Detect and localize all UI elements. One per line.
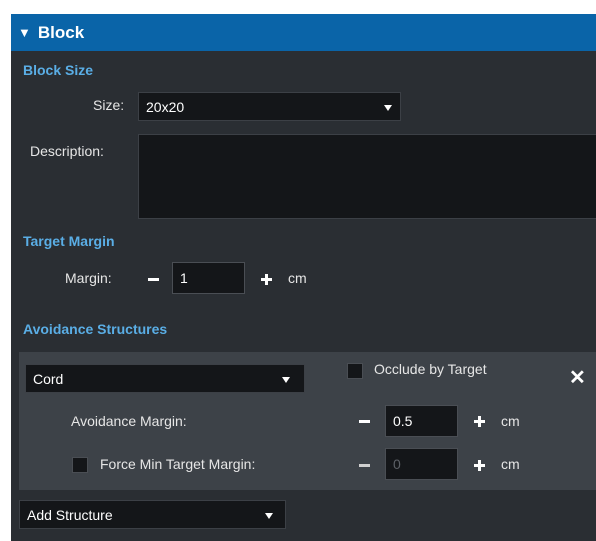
structure-select-value: Cord (33, 370, 64, 387)
size-select[interactable]: 20x20 (138, 92, 401, 121)
panel-title: Block (37, 22, 85, 42)
force-min-checkbox[interactable] (72, 457, 88, 473)
margin-label: Margin: (65, 270, 112, 286)
chevron-down-icon (282, 377, 290, 383)
margin-input[interactable]: 1 (172, 262, 245, 294)
avoidance-structure-card: Cord Occlude by Target ✕ Avoidance Margi… (19, 352, 596, 490)
avoidance-margin-label: Avoidance Margin: (71, 413, 187, 429)
occlude-checkbox[interactable] (347, 363, 363, 379)
force-min-input[interactable]: 0 (385, 448, 458, 480)
target-margin-section-title: Target Margin (23, 233, 115, 249)
description-label: Description: (30, 143, 104, 159)
chevron-down-icon (384, 105, 392, 111)
block-panel: ▼ Block Block Size Size: 20x20 Descripti… (11, 14, 596, 541)
avoidance-margin-unit: cm (501, 413, 520, 429)
add-structure-label: Add Structure (27, 506, 113, 523)
size-label: Size: (93, 97, 125, 113)
description-textarea[interactable] (138, 134, 596, 219)
decrement-force-min-button[interactable] (359, 464, 370, 467)
size-select-value: 20x20 (146, 98, 185, 115)
avoidance-margin-value: 0.5 (393, 413, 413, 429)
increment-margin-button[interactable] (261, 274, 272, 285)
margin-value: 1 (180, 270, 188, 286)
close-icon[interactable]: ✕ (569, 365, 586, 390)
add-structure-select[interactable]: Add Structure (19, 500, 286, 529)
decrement-margin-button[interactable] (148, 278, 159, 281)
increment-force-min-button[interactable] (474, 460, 485, 471)
block-size-section-title: Block Size (23, 62, 94, 78)
avoidance-margin-input[interactable]: 0.5 (385, 405, 458, 437)
decrement-avoidance-margin-button[interactable] (359, 420, 370, 423)
increment-avoidance-margin-button[interactable] (474, 416, 485, 427)
force-min-label: Force Min Target Margin: (100, 456, 256, 472)
occlude-label: Occlude by Target (374, 361, 487, 377)
force-min-unit: cm (501, 456, 520, 472)
triangle-down-icon[interactable]: ▼ (18, 25, 31, 40)
margin-unit: cm (288, 270, 307, 286)
force-min-value: 0 (393, 456, 401, 472)
block-panel-header[interactable]: ▼ Block (11, 14, 596, 51)
structure-select[interactable]: Cord (25, 364, 305, 393)
avoidance-section-title: Avoidance Structures (23, 321, 168, 337)
chevron-down-icon (265, 513, 273, 519)
